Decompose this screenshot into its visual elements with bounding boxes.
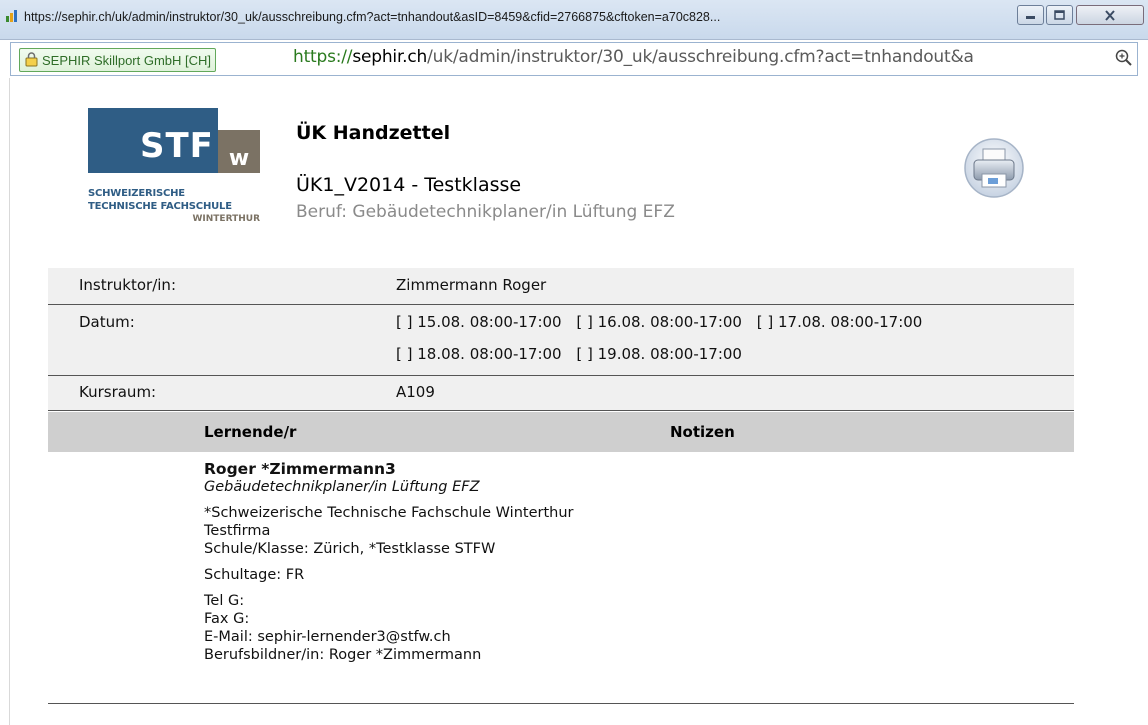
minimize-icon bbox=[1026, 16, 1035, 19]
table-bottom-divider bbox=[48, 703, 1074, 704]
date-option[interactable]: [ ] 18.08. 08:00-17:00 bbox=[396, 345, 562, 363]
url-host: sephir.ch bbox=[352, 47, 428, 67]
datum-label: Datum: bbox=[79, 313, 135, 331]
maximize-icon bbox=[1054, 10, 1065, 20]
zoom-icon[interactable] bbox=[1115, 49, 1133, 67]
window-left-border bbox=[0, 78, 10, 725]
learner-email: E-Mail: sephir-lernender3@stfw.ch bbox=[204, 629, 451, 645]
url-scheme: https:// bbox=[293, 47, 353, 67]
date-option[interactable]: [ ] 16.08. 08:00-17:00 bbox=[576, 313, 742, 331]
address-bar[interactable]: SEPHIR Skillport GmbH [CH] https://sephi… bbox=[10, 42, 1138, 76]
window-titlebar: https://sephir.ch/uk/admin/instruktor/30… bbox=[0, 0, 1148, 40]
logo-line2: TECHNISCHE FACHSCHULE bbox=[88, 201, 232, 212]
instruktor-value: Zimmermann Roger bbox=[396, 276, 547, 294]
datum-row: Datum: [ ] 15.08. 08:00-17:00 [ ] 16.08.… bbox=[48, 305, 1074, 376]
logo-line1: SCHWEIZERISCHE bbox=[88, 188, 185, 199]
site-identity-text: SEPHIR Skillport GmbH [CH] bbox=[42, 52, 212, 68]
date-option[interactable]: [ ] 15.08. 08:00-17:00 bbox=[396, 313, 562, 331]
learner-schule-klasse: Schule/Klasse: Zürich, *Testklasse STFW bbox=[204, 541, 496, 557]
window-title: https://sephir.ch/uk/admin/instruktor/30… bbox=[24, 10, 721, 24]
learner-company: Testfirma bbox=[204, 523, 271, 539]
page-title: ÜK Handzettel bbox=[296, 122, 451, 144]
learner-schultage: Schultage: FR bbox=[204, 567, 305, 583]
close-icon bbox=[1105, 9, 1115, 21]
maximize-button[interactable] bbox=[1046, 5, 1073, 25]
date-option[interactable]: [ ] 17.08. 08:00-17:00 bbox=[757, 313, 923, 331]
kursraum-label: Kursraum: bbox=[79, 383, 157, 401]
site-identity-badge[interactable]: SEPHIR Skillport GmbH [CH] bbox=[19, 48, 217, 72]
minimize-button[interactable] bbox=[1017, 5, 1044, 25]
instruktor-label: Instruktor/in: bbox=[79, 276, 176, 294]
table-row: Roger *Zimmermann3 Gebäudetechnikplaner/… bbox=[204, 460, 1074, 664]
class-name: ÜK1_V2014 - Testklasse bbox=[296, 174, 522, 196]
column-header-lernende: Lernende/r bbox=[204, 423, 297, 441]
logo-mark: STF bbox=[140, 126, 214, 166]
dates-line-2: [ ] 18.08. 08:00-17:00 [ ] 19.08. 08:00-… bbox=[396, 345, 752, 363]
page-content: STF w SCHWEIZERISCHE TECHNISCHE FACHSCHU… bbox=[10, 78, 1138, 725]
lock-icon bbox=[25, 52, 38, 67]
kursraum-value: A109 bbox=[396, 383, 435, 401]
learner-berufsbildner: Berufsbildner/in: Roger *Zimmermann bbox=[204, 647, 482, 663]
learner-name: Roger *Zimmermann3 bbox=[204, 460, 396, 478]
logo-line3: WINTERTHUR bbox=[192, 214, 260, 224]
browser-app-icon bbox=[6, 10, 17, 22]
learner-tel: Tel G: bbox=[204, 593, 245, 609]
table-header: Lernende/r Notizen bbox=[48, 412, 1074, 452]
url-path: /uk/admin/instruktor/30_uk/ausschreibung… bbox=[427, 47, 974, 67]
learner-beruf: Gebäudetechnikplaner/in Lüftung EFZ bbox=[204, 479, 480, 495]
close-button[interactable] bbox=[1076, 5, 1144, 25]
dates-line-1: [ ] 15.08. 08:00-17:00 [ ] 16.08. 08:00-… bbox=[396, 313, 932, 331]
kursraum-row: Kursraum: A109 bbox=[48, 376, 1074, 411]
logo-w-block: w bbox=[218, 130, 260, 173]
learner-school: *Schweizerische Technische Fachschule Wi… bbox=[204, 505, 574, 521]
column-header-notizen: Notizen bbox=[670, 423, 735, 441]
logo-blue-block: STF bbox=[88, 108, 218, 173]
stfw-logo: STF w SCHWEIZERISCHE TECHNISCHE FACHSCHU… bbox=[88, 108, 260, 233]
url-text[interactable]: https://sephir.ch/uk/admin/instruktor/30… bbox=[293, 47, 974, 67]
instruktor-row: Instruktor/in: Zimmermann Roger bbox=[48, 268, 1074, 305]
learner-fax: Fax G: bbox=[204, 611, 250, 627]
date-option[interactable]: [ ] 19.08. 08:00-17:00 bbox=[576, 345, 742, 363]
beruf-subtitle: Beruf: Gebäudetechnikplaner/in Lüftung E… bbox=[296, 202, 675, 222]
printer-icon[interactable] bbox=[962, 138, 1026, 198]
